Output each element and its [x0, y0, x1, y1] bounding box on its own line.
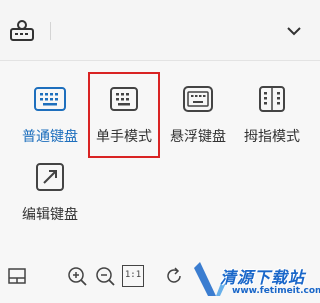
mode-thumb[interactable]: 拇指模式: [232, 80, 312, 150]
mode-label: 普通键盘: [22, 129, 78, 145]
mode-label: 拇指模式: [244, 129, 300, 145]
resize-icon: [36, 163, 64, 191]
watermark-text: 清源下载站: [220, 268, 306, 287]
mode-label: 悬浮键盘: [170, 129, 226, 145]
mode-standard-keyboard[interactable]: 普通键盘: [10, 80, 90, 150]
standard-keyboard-icon: [34, 87, 66, 111]
keyboard-logo-icon[interactable]: [8, 18, 36, 42]
actual-size-icon[interactable]: 1:1: [122, 265, 144, 287]
edit-keyboard-button[interactable]: 编辑键盘: [10, 158, 90, 226]
layout-icon[interactable]: [6, 265, 28, 287]
actual-size-text: 1:1: [124, 270, 142, 280]
zoom-in-icon[interactable]: [66, 265, 88, 287]
mode-floating-keyboard[interactable]: 悬浮键盘: [158, 80, 238, 150]
zoom-out-icon[interactable]: [94, 265, 116, 287]
edit-keyboard-label: 编辑键盘: [22, 207, 78, 223]
floating-keyboard-icon: [183, 86, 213, 112]
watermark-url: www.fetimeit.com: [232, 286, 320, 296]
toolbar-divider: [50, 22, 51, 40]
thumb-keyboard-icon: [259, 86, 285, 112]
chevron-down-icon[interactable]: [285, 24, 303, 38]
highlight-box: [88, 72, 160, 158]
keyboard-toolbar: [0, 0, 320, 61]
